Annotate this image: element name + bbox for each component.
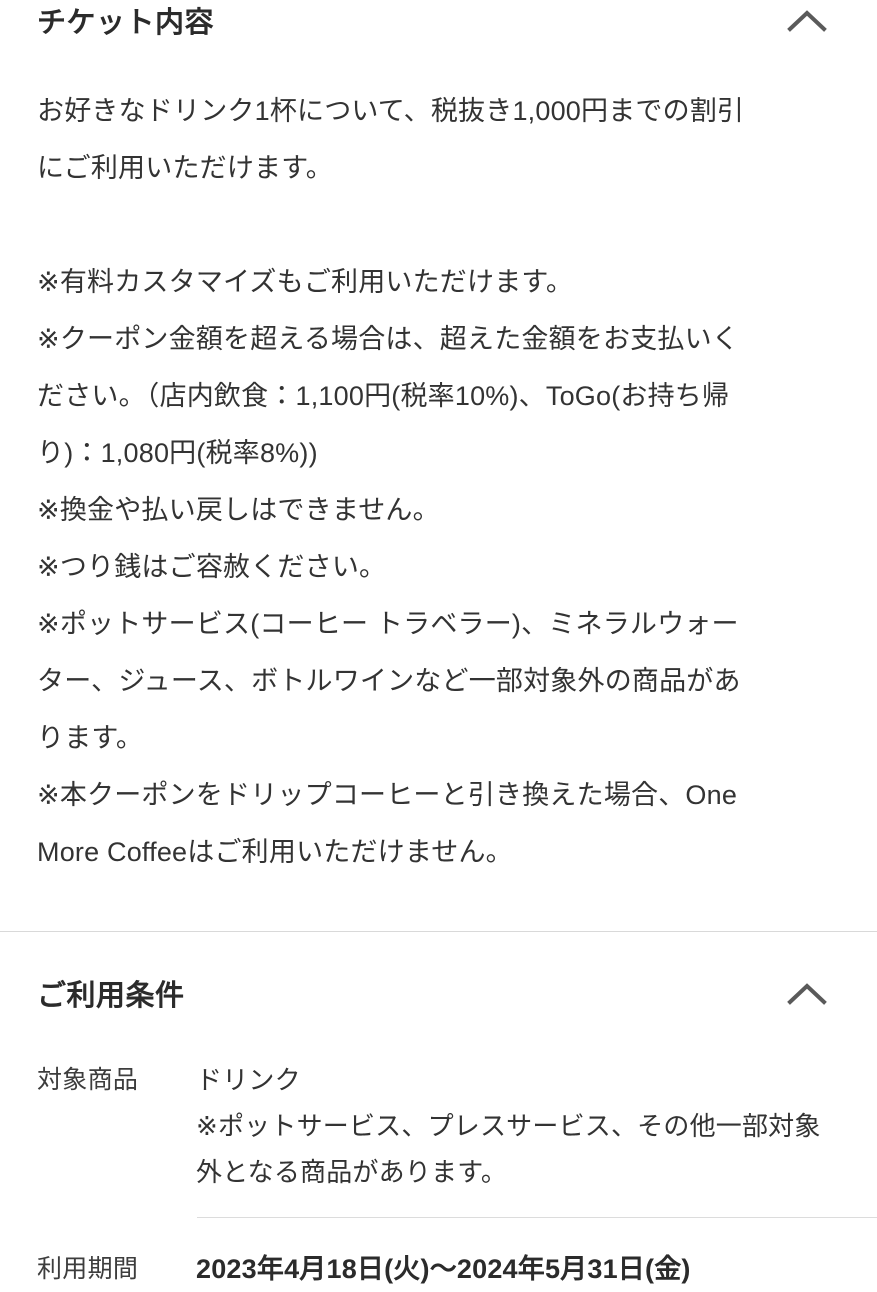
chevron-up-icon[interactable]	[784, 979, 830, 1009]
section-header-usage-conditions[interactable]: ご利用条件	[0, 979, 877, 1014]
page-title: チケット内容	[37, 7, 215, 39]
chevron-up-icon[interactable]	[784, 6, 830, 36]
table-row: 対象商品 ドリンク ※ポットサービス、プレスサービス、その他一部対象 外となる商…	[37, 1057, 877, 1195]
ticket-contents-body: お好きなドリンク1杯について、税抜き1,000円までの割引 にご利用いただけます…	[0, 83, 877, 881]
row-value-usage-period: 2023年4月18日(火)〜2024年5月31日(金)	[196, 1253, 691, 1284]
ticket-contents-paragraph-2: ※有料カスタマイズもご利用いただけます。 ※クーポン金額を超える場合は、超えた金…	[37, 266, 741, 867]
ticket-contents-paragraph-1: お好きなドリンク1杯について、税抜き1,000円までの割引 にご利用いただけます…	[37, 95, 745, 183]
usage-conditions-title: ご利用条件	[37, 979, 185, 1012]
table-row: 利用期間 2023年4月18日(火)〜2024年5月31日(金)	[37, 1246, 877, 1292]
ticket-detail-page: チケット内容 お好きなドリンク1杯について、税抜き1,000円までの割引 にご利…	[0, 0, 877, 1284]
usage-conditions-list: 対象商品 ドリンク ※ポットサービス、プレスサービス、その他一部対象 外となる商…	[0, 1057, 877, 1292]
row-label-usage-period: 利用期間	[37, 1254, 139, 1283]
section-header-ticket-contents[interactable]: チケット内容	[0, 6, 877, 41]
row-value-target-product: ドリンク ※ポットサービス、プレスサービス、その他一部対象 外となる商品がありま…	[196, 1064, 821, 1187]
row-label-target-product: 対象商品	[37, 1065, 139, 1094]
